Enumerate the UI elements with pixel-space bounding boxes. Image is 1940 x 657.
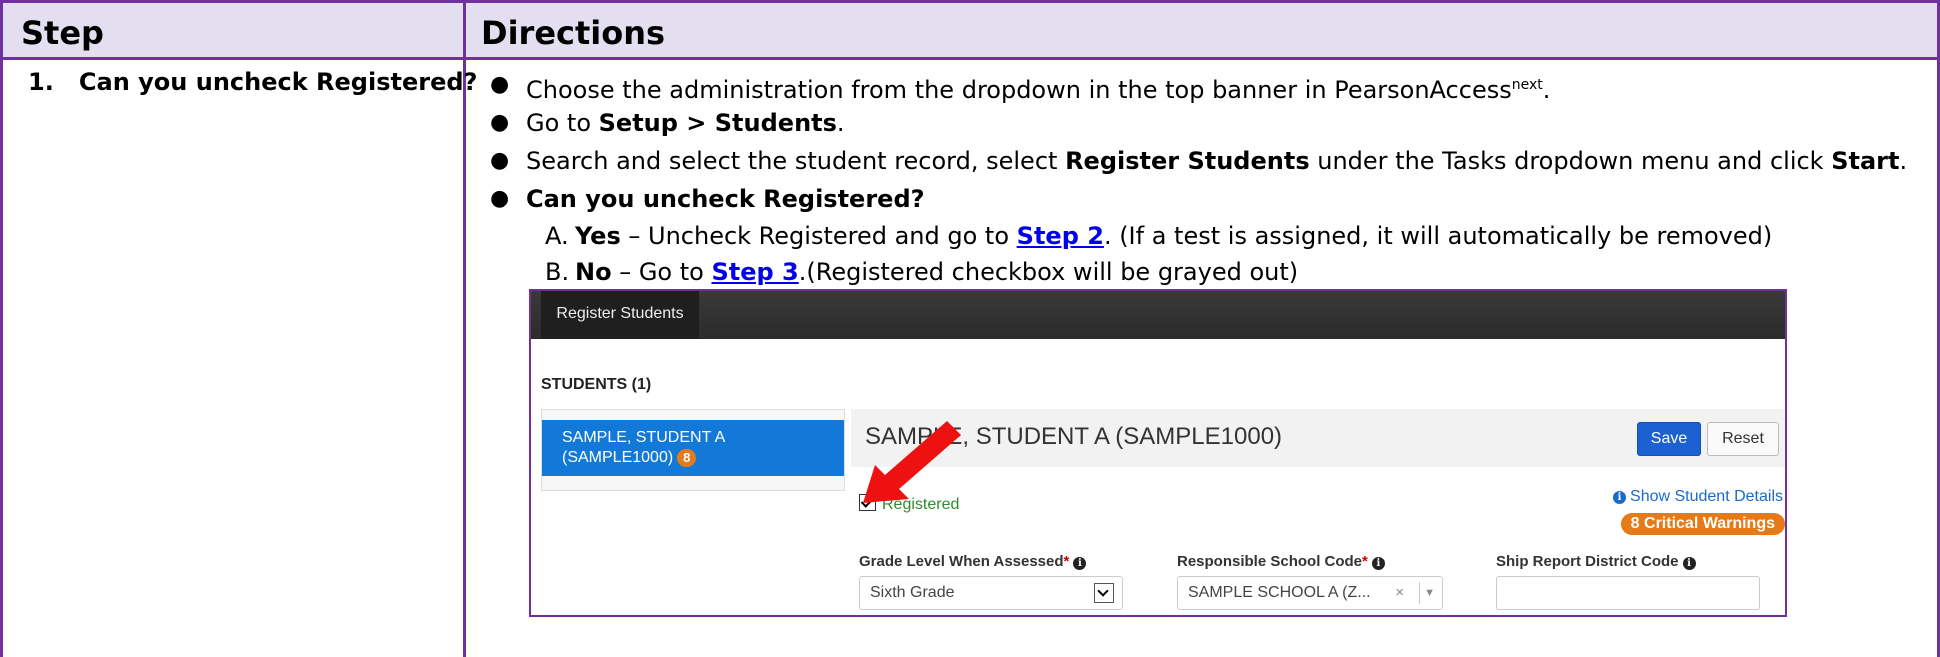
red-arrow-icon xyxy=(863,421,961,503)
grade-level-select[interactable]: Sixth Grade xyxy=(859,576,1123,610)
step-2-link[interactable]: Step 2 xyxy=(1017,222,1104,250)
step-3-link[interactable]: Step 3 xyxy=(711,258,798,286)
ship-report-label: Ship Report District Code i xyxy=(1496,553,1696,570)
select-divider xyxy=(1419,582,1420,604)
caret-down-icon: ▼ xyxy=(1424,587,1435,599)
table-border-left xyxy=(0,0,3,657)
bullet-icon: ● xyxy=(490,148,510,173)
bullet-icon: ● xyxy=(490,110,510,135)
header-step: Step xyxy=(21,14,104,52)
save-button[interactable]: Save xyxy=(1637,422,1701,456)
list-item: ● Search and select the student record, … xyxy=(490,142,1920,180)
header-directions: Directions xyxy=(481,14,666,52)
student-detail-header: SAMPLE, STUDENT A (SAMPLE1000) Save Rese… xyxy=(851,409,1785,467)
table-column-divider xyxy=(463,0,466,657)
chevron-down-icon xyxy=(1094,583,1114,603)
option-b: B. No – Go to Step 3.(Registered checkbo… xyxy=(545,258,1299,286)
register-students-tab[interactable]: Register Students xyxy=(541,291,699,339)
info-icon: i xyxy=(1371,557,1385,570)
task-bar: Register Students xyxy=(531,291,1785,339)
student-list-item[interactable]: SAMPLE, STUDENT A (SAMPLE1000) 8 xyxy=(542,420,844,476)
show-student-details-link[interactable]: i Show Student Details xyxy=(1613,488,1783,506)
step-question: Can you uncheck Registered? xyxy=(78,68,478,96)
bullet-icon: ● xyxy=(490,72,510,97)
bullet-icon: ● xyxy=(490,186,510,211)
student-list: SAMPLE, STUDENT A (SAMPLE1000) 8 xyxy=(541,409,845,491)
students-heading: STUDENTS (1) xyxy=(541,376,652,393)
list-item: ● Choose the administration from the dro… xyxy=(490,66,1920,104)
ship-report-input[interactable] xyxy=(1496,576,1760,610)
info-icon: i xyxy=(1613,491,1627,504)
warning-count-badge: 8 xyxy=(677,449,697,467)
responsible-school-label: Responsible School Code* i xyxy=(1177,553,1385,570)
step-number: 1. xyxy=(28,68,54,96)
list-item: ● Go to Setup > Students. xyxy=(490,104,1920,142)
option-a: A. Yes – Uncheck Registered and go to St… xyxy=(545,222,1773,250)
grade-level-label: Grade Level When Assessed* i xyxy=(859,553,1087,570)
register-students-screenshot: Register Students STUDENTS (1) SAMPLE, S… xyxy=(529,289,1787,617)
info-icon: i xyxy=(1073,557,1087,570)
info-icon: i xyxy=(1682,557,1696,570)
responsible-school-select[interactable]: SAMPLE SCHOOL A (Z... × ▼ xyxy=(1177,576,1443,610)
critical-warnings-badge[interactable]: 8 Critical Warnings xyxy=(1620,513,1785,535)
clear-icon[interactable]: × xyxy=(1395,577,1404,609)
list-item: ● Can you uncheck Registered? xyxy=(490,180,1920,218)
step-cell: 1. Can you uncheck Registered? xyxy=(28,68,477,96)
reset-button[interactable]: Reset xyxy=(1707,422,1779,456)
table-header-row: Step Directions xyxy=(0,0,1940,60)
directions-cell: ● Choose the administration from the dro… xyxy=(490,66,1920,290)
